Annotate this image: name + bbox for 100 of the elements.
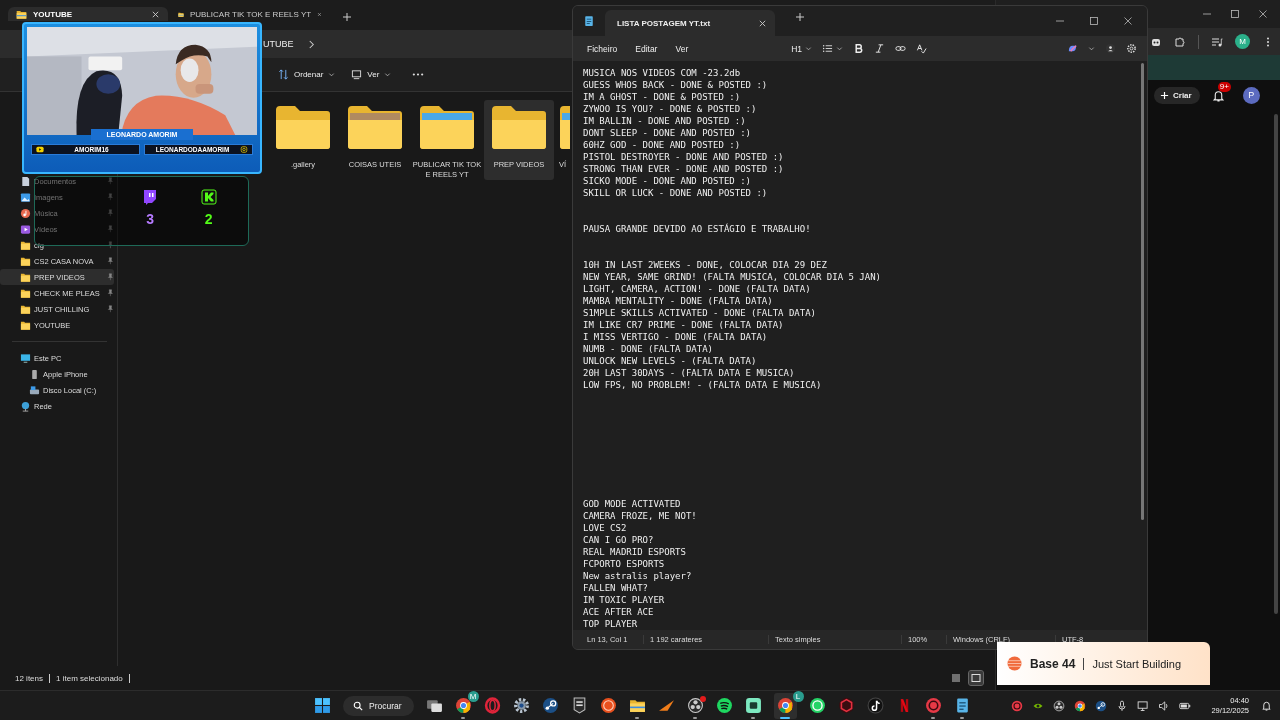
text-line: GOD MODE ACTIVATED: [583, 498, 682, 510]
folder-icon: [20, 303, 31, 315]
recorder-icon[interactable]: [1053, 699, 1066, 712]
search-field[interactable]: Procurar: [343, 695, 414, 716]
item-count: 12 itens: [15, 673, 44, 683]
folder-icon: [20, 239, 31, 251]
scrollbar[interactable]: [1274, 114, 1278, 614]
folder-icon[interactable]: [16, 8, 27, 20]
sort-button[interactable]: Ordenar: [278, 69, 336, 80]
new-tab-icon[interactable]: [795, 12, 805, 22]
bell-icon[interactable]: [1211, 88, 1225, 102]
steam-icon[interactable]: [1095, 699, 1108, 712]
text-line: LIGHT, CAMERA, ACTION! - DONE (FALTA DATA): [583, 283, 812, 295]
text-line: REAL MADRID ESPORTS: [583, 546, 687, 558]
create-button[interactable]: Criar: [1154, 86, 1200, 104]
explorer-tab[interactable]: PUBLICAR TIK TOK E REELS YT: [170, 7, 330, 21]
account-icon[interactable]: [1105, 43, 1116, 54]
tagline: Just Start Building: [1092, 657, 1182, 670]
monitor-icon: [351, 69, 363, 80]
bell-icon[interactable]: [1261, 700, 1272, 711]
text-line: 10H IN LAST 2WEEKS - DONE, COLOCAR DIA 29 DEZ: [583, 259, 828, 271]
account-badge: L: [792, 690, 804, 702]
stat-count: 3: [146, 211, 155, 227]
pin-icon[interactable]: [106, 289, 114, 297]
close-icon[interactable]: [1258, 9, 1268, 19]
ad-banner[interactable]: Base 44 Just Start Building: [997, 642, 1210, 685]
list-button[interactable]: [822, 43, 843, 54]
text-line: 20H LAST 30DAYS - (FALTA DATA E MUSICA): [583, 367, 796, 379]
chevron-icon[interactable]: [307, 39, 315, 49]
pin-icon[interactable]: [106, 305, 114, 313]
channel-avatar[interactable]: P: [1242, 86, 1260, 104]
caret-icon[interactable]: [1088, 45, 1095, 52]
recorder-icon[interactable]: [686, 697, 704, 714]
steam-icon[interactable]: [541, 697, 559, 714]
circle-app-icon[interactable]: [924, 697, 942, 714]
text-line: UNLOCK NEW LEVELS - (FALTA DATA): [583, 355, 758, 367]
caret-icon: [384, 71, 392, 78]
menu-item[interactable]: Ficheiro: [583, 43, 622, 54]
spellcheck-icon[interactable]: [916, 43, 927, 54]
text-line: New astralis player?: [583, 570, 693, 582]
maximize-icon[interactable]: [1230, 9, 1240, 19]
hexagon-icon[interactable]: [837, 697, 855, 714]
maximize-icon[interactable]: [1089, 16, 1099, 26]
pin-icon[interactable]: [106, 241, 114, 249]
note-icon[interactable]: [866, 697, 884, 714]
folder-icon[interactable]: [628, 697, 646, 714]
close-icon[interactable]: [758, 18, 767, 28]
music-icon[interactable]: [715, 697, 733, 714]
video-icon: [20, 223, 31, 235]
text-line: IM A GHOST - DONE & POSTED :): [583, 91, 742, 103]
text-line: NUMB - DONE (FALTA DATA): [583, 343, 715, 355]
tab-label: PUBLICAR TIK TOK E REELS YT: [189, 9, 312, 19]
ring-icon[interactable]: [483, 697, 501, 714]
game-icon[interactable]: [599, 697, 617, 714]
phone-chat-icon[interactable]: [808, 697, 826, 714]
circle-app-icon[interactable]: [1011, 699, 1024, 712]
browser-icon[interactable]: [1074, 699, 1087, 712]
text-line: S1MPLE SKILLS ACTIVATED - DONE (FALTA DATA): [583, 307, 817, 319]
heading-button[interactable]: H1: [791, 43, 812, 54]
start-icon[interactable]: [314, 697, 331, 714]
tiles-view-button[interactable]: [969, 671, 983, 685]
text-line: IM TOXIC PLAYER: [583, 594, 666, 606]
settings-icon[interactable]: [1126, 43, 1137, 54]
notepad-icon[interactable]: [583, 15, 595, 27]
new-tab-icon[interactable]: [342, 12, 352, 22]
close-icon[interactable]: [1123, 16, 1133, 26]
music-icon: [20, 207, 31, 219]
view-button[interactable]: Ver: [351, 69, 392, 80]
italic-icon[interactable]: [874, 43, 885, 54]
playlist-icon[interactable]: [1211, 35, 1223, 48]
task-view-icon[interactable]: [425, 697, 443, 714]
close-icon[interactable]: [151, 9, 160, 19]
link-icon[interactable]: [895, 43, 906, 54]
browser-icon[interactable]: [776, 697, 794, 714]
explorer-tab[interactable]: YOUTUBE: [8, 7, 168, 21]
details-view-button[interactable]: [949, 671, 963, 685]
pin-icon[interactable]: [106, 257, 114, 265]
computer-icon: [20, 352, 31, 364]
menu-item[interactable]: Ver: [671, 43, 693, 54]
microphone-icon[interactable]: [1116, 699, 1129, 712]
document-tab[interactable]: LISTA POSTAGEM YT.txt: [605, 10, 775, 36]
breadcrumb[interactable]: UTUBE: [263, 39, 294, 49]
browser-icon[interactable]: [454, 697, 472, 714]
pin-icon[interactable]: [106, 273, 114, 281]
puzzle-icon[interactable]: [1174, 35, 1186, 48]
phone-icon: [29, 368, 40, 380]
folder-icon: [20, 255, 31, 267]
scrollbar[interactable]: [1141, 63, 1144, 520]
text-line: MUSICA NOS VIDEOS COM -23.2db: [583, 67, 742, 79]
text-line: LOVE CS2: [583, 522, 628, 534]
menu-item[interactable]: Editar: [631, 43, 662, 54]
text-line: STRONG THAN EVER - DONE AND POSTED :): [583, 163, 785, 175]
copilot-icon[interactable]: [1067, 43, 1078, 54]
more-icon[interactable]: [411, 72, 426, 77]
badge-icon: [200, 189, 217, 205]
text-line: CAMERA FROZE, ME NOT!: [583, 510, 698, 522]
text-line: SKILL OR LUCK - DONE AND POSTED :): [583, 187, 769, 199]
text-line: GUESS WHOS BACK - DONE & POSTED :): [583, 79, 769, 91]
bold-icon[interactable]: [853, 43, 864, 54]
settings-icon[interactable]: [512, 697, 530, 714]
